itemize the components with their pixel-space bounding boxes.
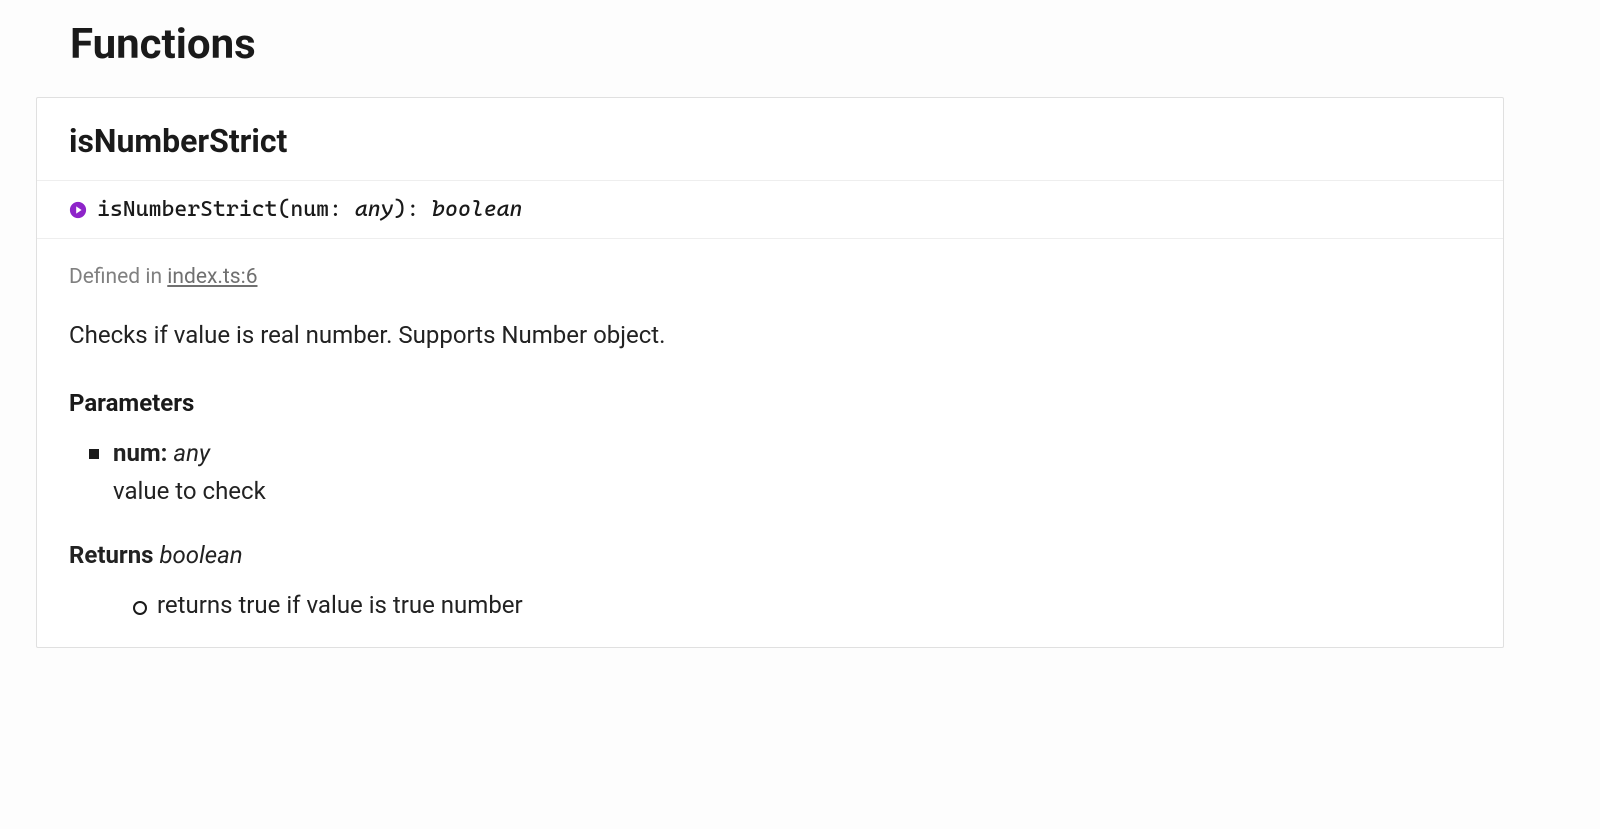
sig-param-name: num (290, 197, 329, 222)
parameters-list: num: any value to check (89, 439, 1471, 505)
play-icon (69, 201, 87, 219)
sig-close-paren: ) (393, 197, 406, 222)
signature-row: isNumberStrict(num: any): boolean (37, 181, 1503, 239)
returns-type: boolean (159, 541, 242, 569)
returns-list: returns true if value is true number (133, 591, 1471, 619)
defined-in: Defined in index.ts:6 (69, 265, 1471, 289)
sig-colon-2: : (406, 197, 432, 222)
function-description: Checks if value is real number. Supports… (69, 319, 1471, 353)
function-panel: isNumberStrict isNumberStrict(num: any):… (36, 97, 1504, 648)
returns-item: returns true if value is true number (133, 591, 1471, 619)
sig-open-paren: ( (277, 197, 290, 222)
section-heading: Functions (70, 20, 1504, 69)
param-name: num: (113, 439, 173, 467)
function-signature: isNumberStrict(num: any): boolean (97, 197, 522, 222)
param-type: any (173, 439, 210, 467)
returns-label: Returns (69, 541, 159, 569)
sig-return-type: boolean (432, 197, 522, 222)
parameters-heading: Parameters (69, 389, 1471, 417)
param-description: value to check (113, 477, 1471, 505)
function-name[interactable]: isNumberStrict (69, 122, 1471, 160)
sig-param-type: any (355, 197, 394, 222)
parameter-item: num: any value to check (89, 439, 1471, 505)
function-header: isNumberStrict (37, 98, 1503, 181)
sig-fn-name: isNumberStrict (97, 197, 277, 222)
sig-colon-1: : (329, 197, 355, 222)
defined-in-label: Defined in (69, 265, 167, 289)
function-body: Defined in index.ts:6 Checks if value is… (37, 239, 1503, 647)
source-link[interactable]: index.ts:6 (167, 265, 257, 289)
returns-heading: Returns boolean (69, 541, 1471, 569)
